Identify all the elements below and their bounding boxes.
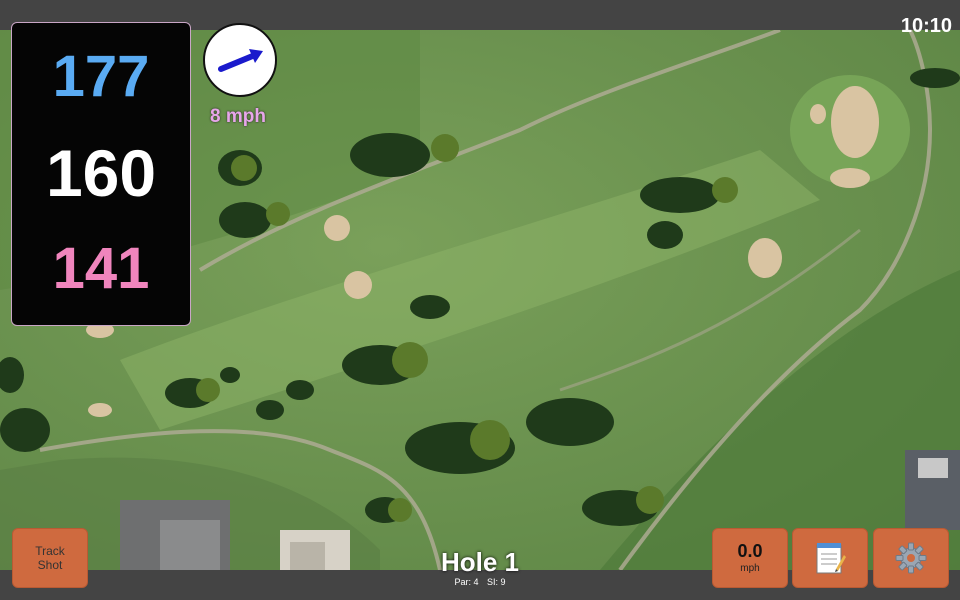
track-shot-label-line2: Shot	[37, 558, 63, 572]
speed-button[interactable]: 0.0 mph	[712, 528, 788, 588]
speed-unit: mph	[740, 563, 760, 574]
gear-icon	[895, 542, 927, 574]
wind-direction-dial	[203, 23, 277, 97]
wind-arrow-icon	[218, 49, 263, 72]
settings-button[interactable]	[873, 528, 949, 588]
scorecard-notes-button[interactable]	[792, 528, 868, 588]
hole-par: Par: 4	[454, 577, 479, 587]
hole-title: Hole 1	[440, 547, 520, 577]
track-shot-label-line1: Track	[35, 544, 65, 558]
hole-info: Par: 4 SI: 9	[380, 577, 580, 587]
clock: 10:10	[900, 15, 952, 37]
notepad-icon	[816, 543, 846, 574]
distance-panel: 177 160 141	[11, 22, 191, 326]
center-of-green-distance: 160	[45, 136, 157, 210]
wind-speed-label: 8 mph	[210, 106, 266, 127]
back-of-green-distance: 177	[52, 44, 150, 109]
hole-stroke-index: SI: 9	[487, 577, 506, 587]
track-shot-button[interactable]: Track Shot	[12, 528, 88, 588]
speed-value: 0.0	[737, 541, 763, 561]
front-of-green-distance: 141	[52, 236, 150, 301]
